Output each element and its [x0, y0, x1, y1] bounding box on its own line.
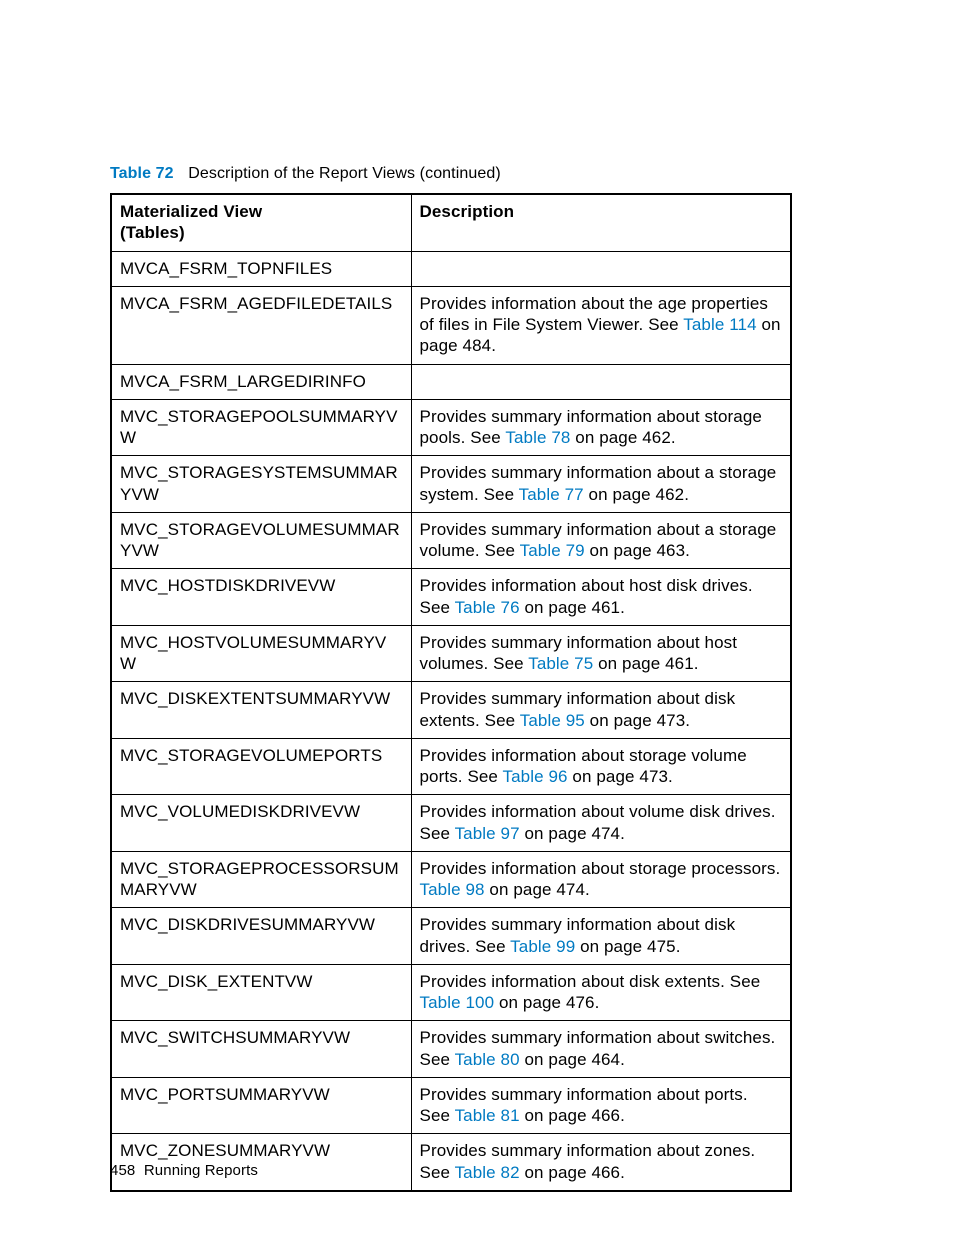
table-reference-link[interactable]: Table 114: [683, 315, 756, 334]
table-header-col1-line1: Materialized View: [120, 202, 262, 221]
description-text: Provides information about storage proce…: [420, 859, 781, 878]
description-text-after: on page 463.: [585, 541, 690, 560]
view-name-cell: MVC_HOSTVOLUMESUMMARYVW: [111, 625, 411, 682]
description-cell: Provides summary information about a sto…: [411, 456, 791, 513]
description-text-after: on page 461.: [593, 654, 698, 673]
description-text-after: on page 466.: [520, 1106, 625, 1125]
table-row: MVC_PORTSUMMARYVWProvides summary inform…: [111, 1077, 791, 1134]
view-name-cell: MVC_VOLUMEDISKDRIVEVW: [111, 795, 411, 852]
table-row: MVCA_FSRM_LARGEDIRINFO: [111, 364, 791, 399]
table-reference-link[interactable]: Table 100: [420, 993, 495, 1012]
view-name-cell: MVCA_FSRM_LARGEDIRINFO: [111, 364, 411, 399]
description-text-after: on page 473.: [585, 711, 690, 730]
table-reference-link[interactable]: Table 75: [528, 654, 593, 673]
table-row: MVC_SWITCHSUMMARYVWProvides summary info…: [111, 1021, 791, 1078]
description-cell: Provides information about disk extents.…: [411, 964, 791, 1021]
table-header-col1: Materialized View (Tables): [111, 194, 411, 251]
view-name-cell: MVC_STORAGEVOLUMEPORTS: [111, 738, 411, 795]
footer-section: Running Reports: [144, 1162, 258, 1179]
table-row: MVC_STORAGEPOOLSUMMARYVWProvides summary…: [111, 399, 791, 456]
description-text-after: on page 464.: [520, 1050, 625, 1069]
view-name-cell: MVC_DISKEXTENTSUMMARYVW: [111, 682, 411, 739]
description-cell: Provides summary information about switc…: [411, 1021, 791, 1078]
view-name-cell: MVC_STORAGEVOLUMESUMMARYVW: [111, 512, 411, 569]
description-text-after: on page 462.: [570, 428, 675, 447]
table-row: MVC_DISKEXTENTSUMMARYVWProvides summary …: [111, 682, 791, 739]
page-footer: 458 Running Reports: [110, 1162, 258, 1179]
table-reference-link[interactable]: Table 79: [520, 541, 585, 560]
view-name-cell: MVCA_FSRM_AGEDFILEDETAILS: [111, 286, 411, 364]
table-caption-label: Table 72: [110, 165, 174, 182]
description-cell: [411, 364, 791, 399]
description-cell: Provides information about host disk dri…: [411, 569, 791, 626]
view-name-cell: MVC_SWITCHSUMMARYVW: [111, 1021, 411, 1078]
table-row: MVC_STORAGEVOLUMESUMMARYVWProvides summa…: [111, 512, 791, 569]
table-row: MVC_DISK_EXTENTVW Provides information ab…: [111, 964, 791, 1021]
table-caption: Table 72 Description of the Report Views…: [110, 165, 790, 183]
description-cell: Provides summary information about disk …: [411, 682, 791, 739]
view-name-cell: MVC_STORAGESYSTEMSUMMARYVW: [111, 456, 411, 513]
table-row: MVC_STORAGEVOLUMEPORTSProvides informati…: [111, 738, 791, 795]
description-text: Provides information about disk extents.…: [420, 972, 761, 991]
table-row: MVC_STORAGESYSTEMSUMMARYVWProvides summa…: [111, 456, 791, 513]
table-reference-link[interactable]: Table 99: [510, 937, 575, 956]
report-views-table: Materialized View (Tables) Description M…: [110, 193, 792, 1192]
description-text-after: on page 461.: [520, 598, 625, 617]
footer-page-number: 458: [110, 1162, 135, 1179]
description-cell: Provides information about volume disk d…: [411, 795, 791, 852]
table-reference-link[interactable]: Table 76: [455, 598, 520, 617]
table-reference-link[interactable]: Table 82: [455, 1163, 520, 1182]
description-text-after: on page 474.: [485, 880, 590, 899]
table-reference-link[interactable]: Table 81: [455, 1106, 520, 1125]
table-header-col2: Description: [411, 194, 791, 251]
view-name-cell: MVC_HOSTDISKDRIVEVW: [111, 569, 411, 626]
view-name-cell: MVC_STORAGEPROCESSORSUMMARYVW: [111, 851, 411, 908]
description-cell: Provides summary information about a sto…: [411, 512, 791, 569]
view-name-cell: MVCA_FSRM_TOPNFILES: [111, 251, 411, 286]
table-row: MVCA_FSRM_TOPNFILES: [111, 251, 791, 286]
description-text-after: on page 473.: [568, 767, 673, 786]
description-text-after: on page 474.: [520, 824, 625, 843]
description-cell: Provides summary information about zones…: [411, 1134, 791, 1191]
description-text-after: on page 475.: [575, 937, 680, 956]
table-row: MVCA_FSRM_AGEDFILEDETAILSProvides inform…: [111, 286, 791, 364]
table-reference-link[interactable]: Table 95: [520, 711, 585, 730]
view-name-cell: MVC_DISKDRIVESUMMARYVW: [111, 908, 411, 965]
table-row: MVC_HOSTDISKDRIVEVWProvides information …: [111, 569, 791, 626]
description-cell: Provides information about storage volum…: [411, 738, 791, 795]
table-row: MVC_STORAGEPROCESSORSUMMARYVW Provides in…: [111, 851, 791, 908]
description-cell: Provides summary information about host …: [411, 625, 791, 682]
table-row: MVC_DISKDRIVESUMMARYVWProvides summary i…: [111, 908, 791, 965]
description-text-after: on page 462.: [584, 485, 689, 504]
table-reference-link[interactable]: Table 78: [505, 428, 570, 447]
table-reference-link[interactable]: Table 97: [455, 824, 520, 843]
description-cell: Provides information about storage proce…: [411, 851, 791, 908]
description-cell: Provides information about the age prope…: [411, 286, 791, 364]
description-text-after: on page 466.: [520, 1163, 625, 1182]
table-reference-link[interactable]: Table 80: [455, 1050, 520, 1069]
table-row: MVC_HOSTVOLUMESUMMARYVWProvides summary …: [111, 625, 791, 682]
table-reference-link[interactable]: Table 98: [420, 880, 485, 899]
description-text-after: on page 476.: [494, 993, 599, 1012]
table-caption-text: Description of the Report Views (continu…: [188, 165, 501, 182]
table-header-col1-line2: (Tables): [120, 223, 185, 242]
table-header-row: Materialized View (Tables) Description: [111, 194, 791, 251]
view-name-cell: MVC_PORTSUMMARYVW: [111, 1077, 411, 1134]
table-row: MVC_VOLUMEDISKDRIVEVWProvides informatio…: [111, 795, 791, 852]
description-cell: Provides summary information about ports…: [411, 1077, 791, 1134]
description-cell: Provides summary information about stora…: [411, 399, 791, 456]
table-reference-link[interactable]: Table 96: [503, 767, 568, 786]
view-name-cell: MVC_DISK_EXTENTVW: [111, 964, 411, 1021]
table-reference-link[interactable]: Table 77: [519, 485, 584, 504]
view-name-cell: MVC_STORAGEPOOLSUMMARYVW: [111, 399, 411, 456]
description-cell: Provides summary information about disk …: [411, 908, 791, 965]
description-cell: [411, 251, 791, 286]
